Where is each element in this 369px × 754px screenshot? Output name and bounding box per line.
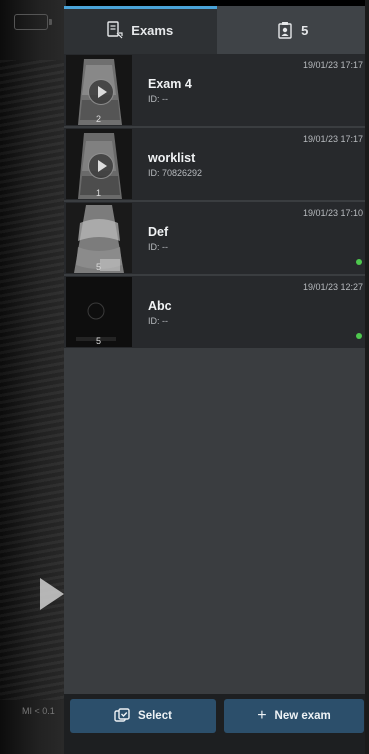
video-play-icon[interactable] — [88, 79, 114, 105]
tab-patients[interactable]: 5 — [216, 6, 369, 54]
plus-icon: + — [257, 707, 267, 724]
clipboard-patient-icon — [278, 22, 292, 39]
patient-id: ID: -- — [148, 316, 168, 326]
exam-list-icon — [107, 21, 123, 39]
tab-exams-label: Exams — [131, 22, 174, 38]
patient-id: ID: -- — [148, 242, 168, 252]
tab-bar: Exams 5 — [64, 6, 369, 54]
right-edge — [365, 0, 369, 754]
select-multiple-icon — [114, 708, 130, 722]
status-dot — [356, 259, 362, 265]
image-count: 5 — [96, 336, 102, 346]
exam-date: 19/01/23 17:10 — [302, 208, 363, 218]
exam-list: 2 Exam 4 ID: -- 19/01/23 17:17 1 worklis… — [64, 54, 369, 350]
exam-thumbnail: 2 — [66, 55, 132, 125]
tab-patients-label: 5 — [301, 22, 309, 38]
exams-panel: Exams 5 2 Exam 4 ID: -- 19/01/23 17:17 1… — [64, 6, 369, 754]
status-dot — [356, 333, 362, 339]
exam-name: worklist — [148, 151, 196, 165]
exam-row[interactable]: 5 Abc ID: -- 19/01/23 12:27 — [64, 276, 369, 349]
video-play-icon[interactable] — [88, 153, 114, 179]
ultrasound-background: MI < 0.1 — [0, 0, 66, 754]
exam-name: Abc — [148, 299, 172, 313]
exam-row[interactable]: 1 worklist ID: 70826292 19/01/23 17:17 — [64, 128, 369, 201]
new-exam-label: New exam — [274, 710, 331, 722]
select-label: Select — [138, 710, 172, 722]
exam-date: 19/01/23 17:17 — [302, 60, 363, 70]
play-icon[interactable] — [40, 578, 64, 610]
mi-label: MI < 0.1 — [22, 706, 55, 716]
new-exam-button[interactable]: + New exam — [224, 699, 364, 733]
patient-id: ID: -- — [148, 94, 168, 104]
patient-id: ID: 70826292 — [148, 168, 203, 178]
exam-date: 19/01/23 12:27 — [302, 282, 363, 292]
tab-exams[interactable]: Exams — [64, 6, 217, 54]
exam-name: Def — [148, 225, 169, 239]
select-button[interactable]: Select — [70, 699, 216, 733]
exam-name: Exam 4 — [148, 77, 192, 91]
exam-date: 19/01/23 17:17 — [302, 134, 363, 144]
image-count: 1 — [96, 188, 102, 198]
exam-row[interactable]: 2 Exam 4 ID: -- 19/01/23 17:17 — [64, 54, 369, 127]
exam-thumbnail: 5 — [66, 203, 132, 273]
exam-row[interactable]: 5 Def ID: -- 19/01/23 17:10 — [64, 202, 369, 275]
exam-thumbnail: 5 — [66, 277, 132, 347]
image-count: 2 — [96, 114, 102, 124]
footer-bar: Select + New exam — [64, 694, 369, 754]
battery-icon — [14, 14, 52, 30]
image-count: 5 — [96, 262, 102, 272]
exam-thumbnail: 1 — [66, 129, 132, 199]
